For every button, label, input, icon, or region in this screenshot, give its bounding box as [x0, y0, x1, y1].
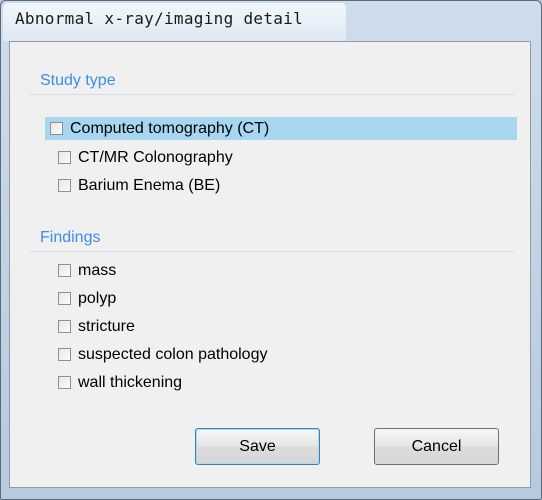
- checkbox-label-computed-tomography: Computed tomography (CT): [70, 119, 270, 137]
- dialog-window: Abnormal x-ray/imaging detail Study type…: [0, 0, 542, 500]
- checkbox-row-polyp[interactable]: polyp: [48, 287, 116, 310]
- checkbox-label-polyp: polyp: [78, 289, 117, 307]
- checkbox-wall-thickening[interactable]: [58, 376, 71, 389]
- checkbox-label-barium-enema: Barium Enema (BE): [78, 176, 221, 194]
- study-type-heading: Study type: [40, 72, 116, 89]
- window-title: Abnormal x-ray/imaging detail: [15, 9, 304, 28]
- checkbox-mass[interactable]: [58, 264, 71, 277]
- checkbox-polyp[interactable]: [58, 292, 71, 305]
- checkbox-row-suspected-colon-pathology[interactable]: suspected colon pathology: [48, 343, 267, 366]
- checkbox-label-stricture: stricture: [78, 317, 135, 335]
- dialog-client-area: Study type Computed tomography (CT) CT/M…: [9, 41, 531, 488]
- checkbox-row-wall-thickening[interactable]: wall thickening: [48, 371, 182, 394]
- checkbox-label-ct-mr-colonography: CT/MR Colonography: [78, 148, 233, 166]
- checkbox-barium-enema[interactable]: [58, 179, 71, 192]
- checkbox-ct-mr-colonography[interactable]: [58, 151, 71, 164]
- title-bar[interactable]: Abnormal x-ray/imaging detail: [1, 1, 541, 41]
- checkbox-label-suspected-colon-pathology: suspected colon pathology: [78, 345, 268, 363]
- title-tab: Abnormal x-ray/imaging detail: [3, 3, 346, 41]
- checkbox-computed-tomography[interactable]: [50, 122, 63, 135]
- checkbox-row-ct-mr-colonography[interactable]: CT/MR Colonography: [48, 146, 233, 169]
- checkbox-suspected-colon-pathology[interactable]: [58, 348, 71, 361]
- checkbox-row-computed-tomography[interactable]: Computed tomography (CT): [45, 117, 517, 140]
- cancel-button[interactable]: Cancel: [374, 428, 499, 465]
- checkbox-row-stricture[interactable]: stricture: [48, 315, 135, 338]
- checkbox-row-mass[interactable]: mass: [48, 259, 116, 282]
- checkbox-row-barium-enema[interactable]: Barium Enema (BE): [48, 174, 220, 197]
- study-type-divider: [30, 94, 514, 96]
- findings-heading: Findings: [40, 229, 101, 246]
- findings-divider: [30, 251, 514, 253]
- checkbox-label-mass: mass: [78, 261, 117, 279]
- checkbox-stricture[interactable]: [58, 320, 71, 333]
- checkbox-label-wall-thickening: wall thickening: [78, 373, 183, 391]
- save-button[interactable]: Save: [195, 428, 320, 465]
